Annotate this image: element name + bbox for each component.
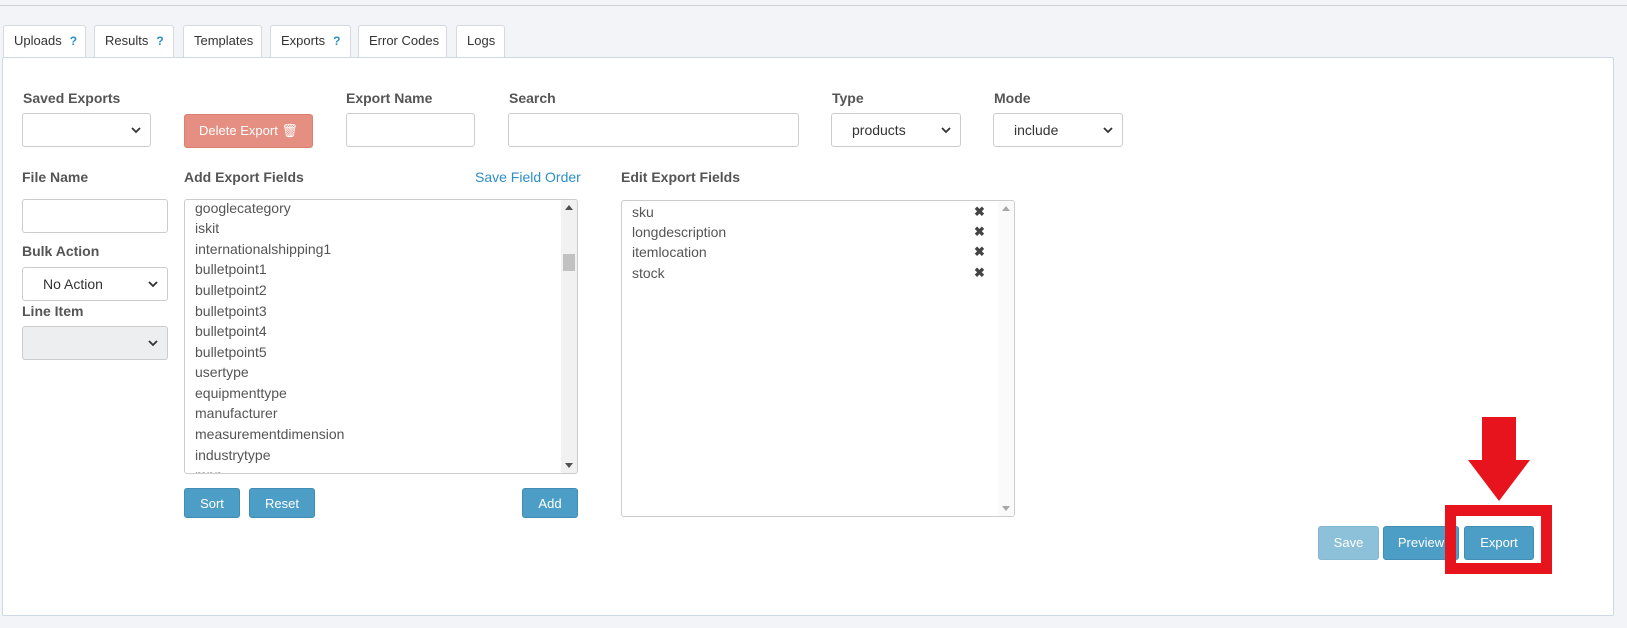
help-icon[interactable]: ? <box>333 34 340 48</box>
tab-results[interactable]: Results? <box>94 25 174 57</box>
list-item[interactable]: sku <box>632 204 654 220</box>
tab-label: Logs <box>467 33 496 48</box>
save-label: Save <box>1333 535 1364 550</box>
add-export-fields-label: Add Export Fields <box>184 169 304 185</box>
tab-label: Error Codes <box>369 33 440 48</box>
close-icon[interactable]: ✖ <box>974 224 985 240</box>
list-item[interactable]: equipmenttype <box>195 385 287 401</box>
scroll-down-icon[interactable] <box>1002 506 1010 511</box>
list-item[interactable]: iskit <box>195 220 219 236</box>
mode-label: Mode <box>994 90 1031 106</box>
chevron-down-icon <box>1103 127 1113 134</box>
close-icon[interactable]: ✖ <box>974 265 985 281</box>
list-item[interactable]: industrytype <box>195 447 270 463</box>
bulk-action-select[interactable]: No Action <box>22 267 168 301</box>
delete-export-button[interactable]: Delete Export 🗑 <box>184 114 313 148</box>
preview-label: Preview <box>1397 535 1445 550</box>
list-scrollbar[interactable] <box>998 201 1014 516</box>
bulk-action-label: Bulk Action <box>22 243 100 259</box>
scrollbar-thumb[interactable] <box>563 254 575 271</box>
tab-label: Uploads <box>14 33 62 48</box>
export-name-label: Export Name <box>346 90 433 106</box>
list-item[interactable]: mpn <box>195 467 222 473</box>
reset-label: Reset <box>265 496 299 511</box>
available-fields-list[interactable]: googlecategory iskit internationalshippi… <box>184 199 578 474</box>
list-item[interactable]: manufacturer <box>195 405 277 421</box>
help-icon[interactable]: ? <box>70 34 77 48</box>
tab-label: Templates <box>194 33 254 48</box>
top-divider <box>0 5 1627 6</box>
arrow-down-icon <box>1468 460 1530 501</box>
list-item[interactable]: usertype <box>195 364 249 380</box>
mode-value: include <box>1014 122 1059 138</box>
tab-logs[interactable]: Logs <box>456 25 505 57</box>
help-icon[interactable]: ? <box>156 34 163 48</box>
chevron-down-icon <box>148 340 158 347</box>
scroll-up-icon[interactable] <box>1002 206 1010 211</box>
list-item[interactable]: bulletpoint3 <box>195 303 267 319</box>
close-icon[interactable]: ✖ <box>974 204 985 220</box>
list-item[interactable]: bulletpoint5 <box>195 344 267 360</box>
scroll-down-icon[interactable] <box>565 463 573 468</box>
file-name-label: File Name <box>22 169 89 185</box>
sort-label: Sort <box>200 496 224 511</box>
reset-button[interactable]: Reset <box>249 488 315 518</box>
tab-label: Results <box>105 33 149 48</box>
chevron-down-icon <box>148 281 158 288</box>
mode-select[interactable]: include <box>993 113 1123 147</box>
list-item[interactable]: googlecategory <box>195 200 291 216</box>
tab-exports[interactable]: Exports? <box>270 25 351 57</box>
selected-fields-list[interactable]: sku ✖ longdescription ✖ itemlocation ✖ s… <box>621 200 1015 517</box>
delete-export-label: Delete Export 🗑 <box>199 123 298 138</box>
add-label: Add <box>538 496 562 511</box>
list-item[interactable]: bulletpoint4 <box>195 323 267 339</box>
chevron-down-icon <box>941 127 951 134</box>
file-name-input[interactable] <box>22 199 168 233</box>
search-label: Search <box>509 90 556 106</box>
list-item[interactable]: itemlocation <box>632 244 707 260</box>
line-item-label: Line Item <box>22 303 84 319</box>
saved-exports-label: Saved Exports <box>23 90 121 106</box>
tab-uploads[interactable]: Uploads? <box>3 25 86 57</box>
tab-error-codes[interactable]: Error Codes <box>358 25 447 57</box>
list-item[interactable]: measurementdimension <box>195 426 344 442</box>
edit-export-fields-label: Edit Export Fields <box>621 169 741 185</box>
line-item-select[interactable] <box>22 326 168 360</box>
tab-label: Exports <box>281 33 326 48</box>
type-select[interactable]: products <box>831 113 961 147</box>
export-highlight-box <box>1445 505 1552 574</box>
export-name-input[interactable] <box>346 113 475 147</box>
type-label: Type <box>832 90 864 106</box>
arrow-down-icon <box>1482 417 1516 462</box>
list-item[interactable]: internationalshipping1 <box>195 241 331 257</box>
search-input[interactable] <box>508 113 799 147</box>
list-item[interactable]: longdescription <box>632 224 726 240</box>
sort-button[interactable]: Sort <box>184 488 240 518</box>
list-scrollbar[interactable] <box>561 200 577 473</box>
scroll-up-icon[interactable] <box>565 205 573 210</box>
saved-exports-select[interactable] <box>22 113 151 147</box>
add-button[interactable]: Add <box>522 488 578 518</box>
tab-templates[interactable]: Templates <box>183 25 262 57</box>
bulk-action-value: No Action <box>43 276 103 292</box>
list-item[interactable]: bulletpoint1 <box>195 261 267 277</box>
type-value: products <box>852 122 906 138</box>
list-item[interactable]: bulletpoint2 <box>195 282 267 298</box>
save-button[interactable]: Save <box>1318 526 1379 560</box>
save-field-order-link[interactable]: Save Field Order <box>475 169 581 185</box>
list-item[interactable]: stock <box>632 265 665 281</box>
close-icon[interactable]: ✖ <box>974 244 985 260</box>
chevron-down-icon <box>131 127 141 134</box>
